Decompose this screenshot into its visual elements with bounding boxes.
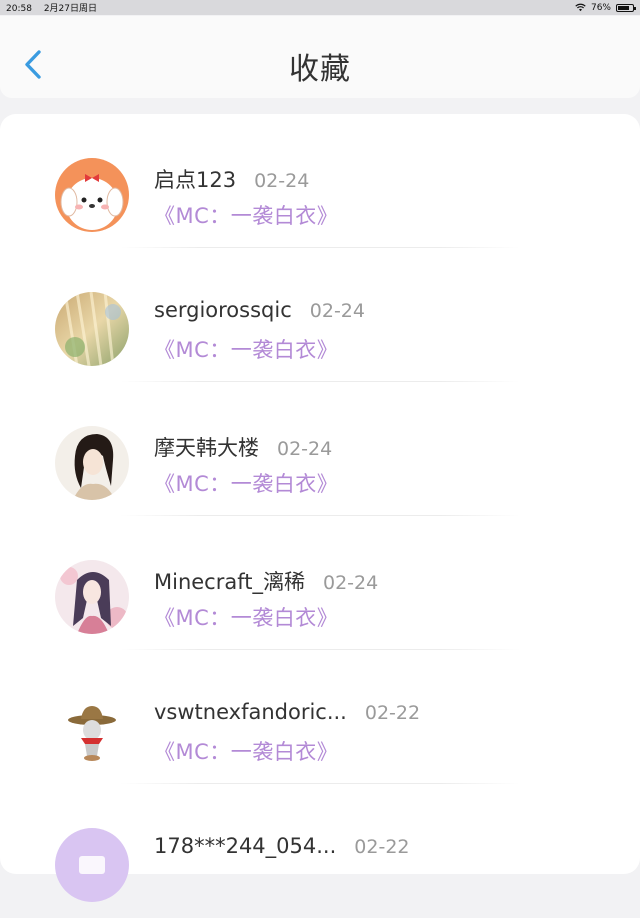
battery-fill — [618, 5, 629, 10]
sketch-girl-avatar[interactable] — [55, 426, 129, 500]
anime-girl-avatar[interactable] — [55, 560, 129, 634]
status-date: 2月27日周日 — [43, 4, 97, 14]
book-title[interactable]: 《MC：一袭白衣》 — [154, 334, 338, 364]
favorite-item-header: sergiorossqic 02-24 — [154, 298, 365, 322]
cartoon-dog-avatar[interactable] — [55, 158, 129, 232]
favorite-date: 02-24 — [309, 300, 365, 322]
sunlight-forest-avatar[interactable] — [55, 292, 129, 366]
favorites-list: 启点123 02-24 《MC：一袭白衣》 sergiorossqic 02-2… — [0, 114, 640, 902]
book-title[interactable]: 《MC：一袭白衣》 — [154, 200, 338, 230]
favorite-item[interactable]: Minecraft_漓稀 02-24 《MC：一袭白衣》 — [0, 516, 640, 650]
favorite-item-header: vswtnexfandoric... 02-22 — [154, 700, 420, 724]
status-time: 20:58 — [6, 4, 32, 14]
default-purple-avatar[interactable] — [55, 828, 129, 902]
status-left: 20:58 2月27日周日 — [6, 1, 106, 14]
favorite-item-header: 摩天韩大楼 02-24 — [154, 432, 332, 462]
battery-icon — [616, 3, 636, 12]
favorite-item-header: 启点123 02-24 — [154, 164, 309, 194]
favorite-date: 02-22 — [354, 836, 410, 858]
cowboy-figure-avatar[interactable] — [55, 694, 129, 768]
favorite-item[interactable]: 摩天韩大楼 02-24 《MC：一袭白衣》 — [0, 382, 640, 516]
book-title[interactable]: 《MC：一袭白衣》 — [154, 468, 338, 498]
username[interactable]: 178***244_054... — [154, 834, 336, 858]
username[interactable]: sergiorossqic — [154, 298, 292, 322]
username[interactable]: 摩天韩大楼 — [154, 432, 259, 462]
favorite-date: 02-24 — [323, 572, 379, 594]
favorite-item[interactable]: sergiorossqic 02-24 《MC：一袭白衣》 — [0, 248, 640, 382]
book-title[interactable]: 《MC：一袭白衣》 — [154, 602, 338, 632]
username[interactable]: vswtnexfandoric... — [154, 700, 347, 724]
favorite-date: 02-24 — [254, 170, 310, 192]
battery-percent: 76% — [590, 2, 611, 13]
navigation-bar: 收藏 — [0, 16, 640, 98]
favorite-item-header: 178***244_054... 02-22 — [154, 834, 410, 858]
status-right: 76% — [575, 2, 636, 13]
book-title[interactable]: 《MC：一袭白衣》 — [154, 736, 338, 766]
favorite-item[interactable]: 178***244_054... 02-22 — [0, 784, 640, 918]
username[interactable]: Minecraft_漓稀 — [154, 566, 305, 596]
favorite-item[interactable]: 启点123 02-24 《MC：一袭白衣》 — [0, 114, 640, 248]
favorite-date: 02-22 — [364, 702, 421, 724]
favorite-date: 02-24 — [277, 438, 333, 460]
page-title: 收藏 — [289, 52, 351, 87]
favorite-item-header: Minecraft_漓稀 02-24 — [154, 566, 378, 596]
favorite-item[interactable]: vswtnexfandoric... 02-22 《MC：一袭白衣》 — [0, 650, 640, 784]
wifi-icon — [575, 3, 586, 12]
username[interactable]: 启点123 — [154, 164, 236, 194]
status-bar: 20:58 2月27日周日 76% — [0, 0, 640, 15]
